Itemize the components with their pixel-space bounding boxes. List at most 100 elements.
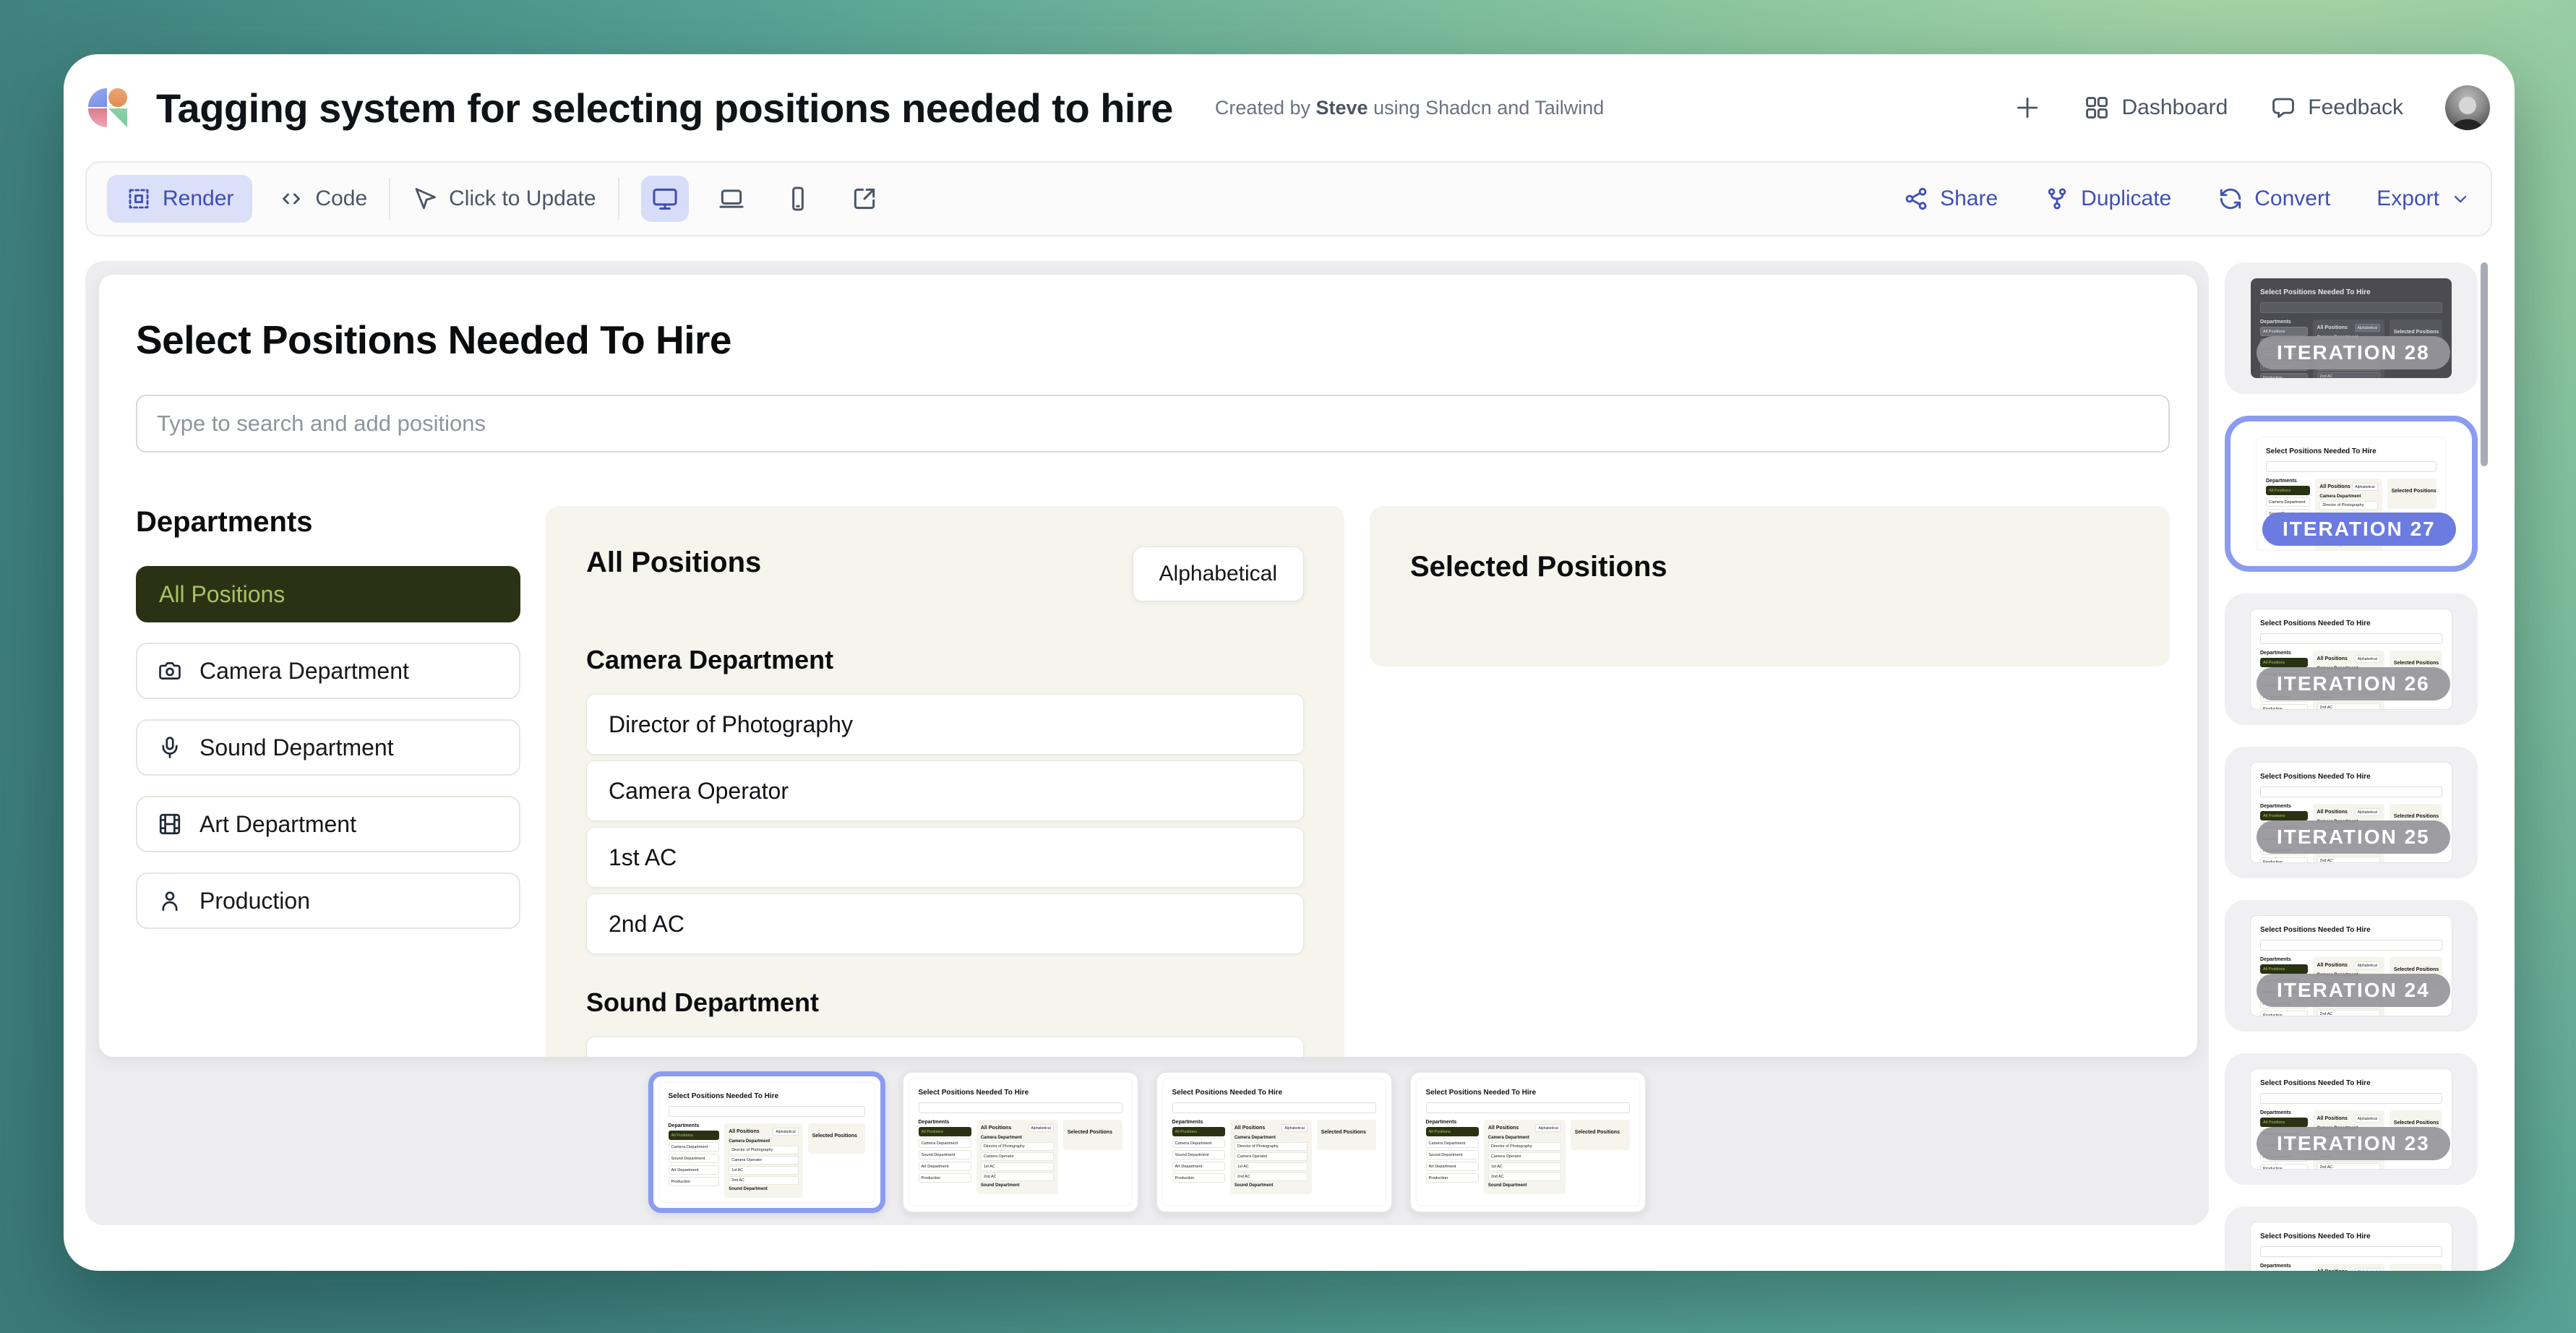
device-laptop-button[interactable] xyxy=(708,176,755,222)
iteration-card-25[interactable]: Select Positions Needed To Hire Departme… xyxy=(2225,747,2478,878)
mini-department-button: Production xyxy=(2260,1011,2308,1016)
department-button-art[interactable]: Art Department xyxy=(136,796,520,852)
person-icon xyxy=(158,888,182,913)
mini-preview: Select Positions Needed To Hire Departme… xyxy=(2251,1222,2452,1271)
alphabetical-sort-button[interactable]: Alphabetical xyxy=(1133,547,1304,601)
mini-departments: Departments All Positions Camera Departm… xyxy=(1172,1120,1225,1185)
mini-preview: Select Positions Needed To Hire Departme… xyxy=(659,1082,875,1202)
click-to-update-button[interactable]: Click to Update xyxy=(412,186,596,212)
mini-position-item: 2nd AC xyxy=(2317,1163,2380,1169)
mini-selected-positions-panel: Selected Positions xyxy=(1317,1120,1376,1150)
mini-preview: Select Positions Needed To Hire Departme… xyxy=(1417,1079,1639,1206)
mini-all-positions-heading: All Positions xyxy=(2317,325,2348,330)
department-button-production[interactable]: Production xyxy=(136,873,520,929)
bottom-thumbnail-3[interactable]: Select Positions Needed To Hire Departme… xyxy=(1156,1071,1393,1213)
iteration-card-26[interactable]: Select Positions Needed To Hire Departme… xyxy=(2225,593,2478,725)
mini-department-button: All Positions xyxy=(919,1127,971,1136)
dashboard-button[interactable]: Dashboard xyxy=(2083,94,2228,121)
bottom-thumbnail-2[interactable]: Select Positions Needed To Hire Departme… xyxy=(902,1071,1139,1213)
thumbnail-strip: Select Positions Needed To Hire Departme… xyxy=(85,1071,2209,1213)
position-item[interactable]: 1st AC xyxy=(586,827,1304,888)
speech-bubble-icon xyxy=(2270,94,2297,121)
iteration-card-23[interactable]: Select Positions Needed To Hire Departme… xyxy=(2225,1053,2478,1185)
mini-alphabetical-button: Alphabetical xyxy=(1535,1124,1560,1132)
chevron-down-icon xyxy=(2450,189,2470,209)
iterations-sidebar: Select Positions Needed To Hire Departme… xyxy=(2225,262,2478,1271)
share-button[interactable]: Share xyxy=(1903,186,1998,212)
laptop-icon xyxy=(718,185,745,213)
mini-department-button: All Positions xyxy=(2260,1118,2308,1127)
avatar-photo xyxy=(2445,90,2490,130)
device-desktop-button[interactable] xyxy=(641,176,689,222)
mini-department-button: Production xyxy=(2260,704,2308,709)
export-button[interactable]: Export xyxy=(2377,187,2470,211)
app-preview-card: Select Positions Needed To Hire Departme… xyxy=(99,275,2197,1057)
mini-preview: Select Positions Needed To Hire Departme… xyxy=(1163,1079,1386,1206)
render-tab[interactable]: Render xyxy=(107,175,252,223)
position-item[interactable]: Director of Photography xyxy=(586,694,1304,755)
department-button-camera[interactable]: Camera Department xyxy=(136,643,520,699)
mini-alphabetical-button: Alphabetical xyxy=(2355,655,2380,663)
mini-position-item: 2nd AC xyxy=(2317,1010,2380,1016)
mini-selected-positions-panel: Selected Positions xyxy=(1571,1120,1630,1150)
search-input[interactable] xyxy=(136,395,2170,453)
mini-departments: Departments All Positions Camera Departm… xyxy=(2260,1264,2308,1271)
mini-search-bar xyxy=(1172,1102,1376,1113)
iteration-card-partial[interactable]: Select Positions Needed To Hire Departme… xyxy=(2225,1206,2478,1271)
mini-department-button: Art Department xyxy=(919,1162,971,1171)
convert-button[interactable]: Convert xyxy=(2217,186,2330,212)
branch-icon xyxy=(2044,186,2070,212)
mini-position-item: Camera Operator xyxy=(1488,1152,1561,1161)
new-project-button[interactable] xyxy=(2014,94,2041,121)
mini-department-button: Camera Department xyxy=(919,1139,971,1148)
mini-position-item: Camera Operator xyxy=(981,1152,1054,1161)
app-logo-icon[interactable] xyxy=(88,88,127,127)
mini-section-heading: Camera Department xyxy=(981,1136,1054,1140)
mini-department-button: Camera Department xyxy=(1172,1139,1225,1148)
iteration-label: ITERATION 27 xyxy=(2262,513,2456,546)
iteration-card-28[interactable]: Select Positions Needed To Hire Departme… xyxy=(2225,262,2478,394)
preview-canvas: Select Positions Needed To Hire Departme… xyxy=(85,261,2209,1225)
departments-heading: Departments xyxy=(136,506,520,539)
mini-all-positions-heading: All Positions xyxy=(2317,1269,2348,1271)
duplicate-button[interactable]: Duplicate xyxy=(2044,186,2171,212)
mini-all-positions-heading: All Positions xyxy=(2317,963,2348,968)
mini-department-button: All Positions xyxy=(2266,486,2310,495)
position-item[interactable]: 2nd AC xyxy=(586,893,1304,954)
bottom-thumbnail-1[interactable]: Select Positions Needed To Hire Departme… xyxy=(648,1071,885,1213)
mini-app-title: Select Positions Needed To Hire xyxy=(2260,1233,2442,1240)
mini-search-bar xyxy=(2260,1093,2442,1104)
feedback-button[interactable]: Feedback xyxy=(2270,94,2403,121)
sidebar-scrollbar[interactable] xyxy=(2481,262,2488,466)
mini-position-item: 1st AC xyxy=(1235,1162,1308,1171)
bottom-thumbnail-4[interactable]: Select Positions Needed To Hire Departme… xyxy=(1409,1071,1647,1213)
position-item[interactable]: Sound Mixer xyxy=(586,1037,1304,1057)
iteration-card-27[interactable]: Select Positions Needed To Hire Departme… xyxy=(2225,416,2478,572)
mini-alphabetical-button: Alphabetical xyxy=(773,1128,798,1136)
mini-search-bar xyxy=(2260,1246,2442,1257)
mini-position-item: Director of Photography xyxy=(2319,501,2377,510)
mini-columns: Departments All Positions Camera Departm… xyxy=(1172,1120,1376,1194)
user-avatar[interactable] xyxy=(2445,85,2490,130)
logo-shape xyxy=(108,88,127,107)
mini-selected-positions-panel: Selected Positions xyxy=(2387,479,2437,509)
mini-position-item: 2nd AC xyxy=(1235,1173,1308,1181)
mini-departments-heading: Departments xyxy=(2260,1110,2308,1115)
mini-all-positions-panel: All Positions Alphabetical Camera Depart… xyxy=(1484,1120,1566,1194)
device-phone-button[interactable] xyxy=(774,176,822,222)
divider xyxy=(618,178,619,220)
department-button-all-positions[interactable]: All Positions xyxy=(136,566,520,622)
mini-app-title: Select Positions Needed To Hire xyxy=(1172,1089,1376,1097)
iteration-card-24[interactable]: Select Positions Needed To Hire Departme… xyxy=(2225,900,2478,1032)
mini-all-positions-panel: All Positions Alphabetical Camera Depart… xyxy=(976,1120,1058,1194)
app-title: Select Positions Needed To Hire xyxy=(136,317,2170,363)
device-popout-button[interactable] xyxy=(841,176,888,222)
mini-app-title: Select Positions Needed To Hire xyxy=(2260,620,2442,627)
code-tab[interactable]: Code xyxy=(278,186,367,212)
position-item[interactable]: Camera Operator xyxy=(586,760,1304,821)
mini-columns: Departments All Positions Camera Departm… xyxy=(1426,1120,1630,1194)
mini-position-item: Camera Operator xyxy=(729,1156,798,1165)
department-button-sound[interactable]: Sound Department xyxy=(136,719,520,776)
mini-position-item: 2nd AC xyxy=(1488,1173,1561,1181)
film-icon xyxy=(158,812,182,836)
